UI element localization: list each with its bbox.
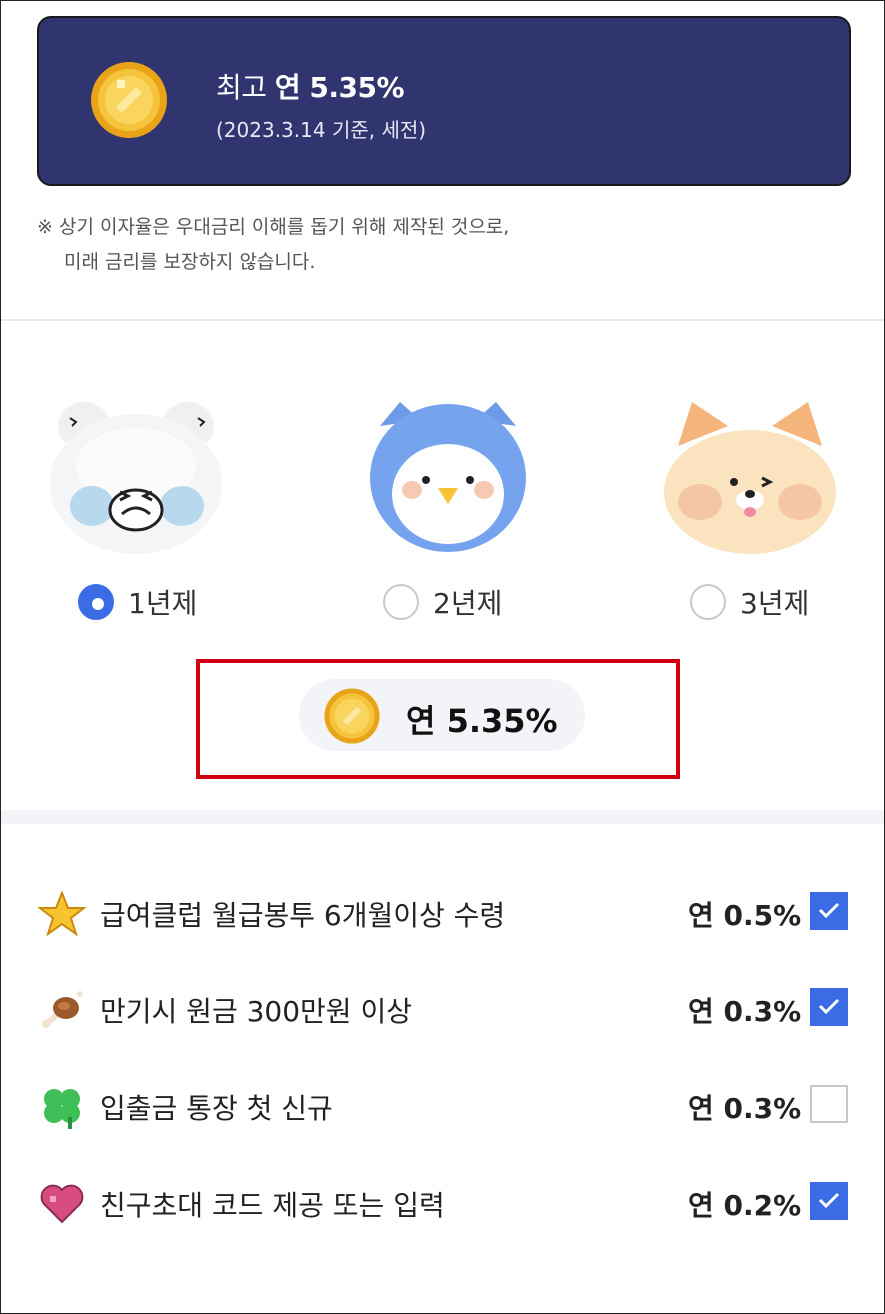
term-option-1[interactable]: 1년제 (78, 582, 197, 622)
disclaimer-line-1: ※ 상기 이자율은 우대금리 이해를 돕기 위해 제작된 것으로, (37, 216, 510, 238)
condition-row[interactable]: 급여클럽 월급봉투 6개월이상 수령 연 0.5% (0, 880, 885, 940)
condition-label: 급여클럽 월급봉투 6개월이상 수령 (100, 899, 506, 932)
condition-rate: 연 0.3% (688, 995, 802, 1028)
gold-coin-icon (91, 62, 167, 138)
disclaimer-line-2: 미래 금리를 보장하지 않습니다. (64, 251, 316, 273)
selected-rate-value: 연 5.35% (406, 702, 558, 740)
term-option-2[interactable]: 2년제 (383, 582, 502, 622)
section-divider-thick (0, 810, 885, 824)
condition-label: 입출금 통장 첫 신규 (100, 1092, 333, 1125)
term-3-radio[interactable] (690, 584, 726, 620)
banner-subtitle: (2023.3.14 기준, 세전) (216, 118, 427, 142)
condition-row[interactable]: 만기시 원금 300만원 이상 연 0.3% (0, 976, 885, 1036)
condition-row[interactable]: 친구초대 코드 제공 또는 입력 연 0.2% (0, 1170, 885, 1230)
banner-title: 최고 연 5.35% (216, 71, 405, 104)
gold-coin-icon (324, 688, 380, 744)
condition-label: 친구초대 코드 제공 또는 입력 (100, 1189, 445, 1222)
cat-character-icon[interactable] (662, 396, 838, 556)
term-3-label: 3년제 (740, 587, 810, 620)
condition-checkbox[interactable] (810, 988, 848, 1026)
selected-rate-pill: 연 5.35% (299, 679, 585, 751)
bear-character-icon[interactable] (48, 396, 224, 556)
top-rate-banner: 최고 연 5.35% (2023.3.14 기준, 세전) (37, 16, 851, 186)
condition-rate: 연 0.3% (688, 1092, 802, 1125)
heart-icon (40, 1184, 84, 1224)
term-1-label: 1년제 (128, 587, 198, 620)
star-icon (38, 890, 86, 937)
term-option-3[interactable]: 3년제 (690, 582, 809, 622)
condition-label: 만기시 원금 300만원 이상 (100, 995, 412, 1028)
meat-icon (42, 991, 83, 1028)
condition-checkbox[interactable] (810, 1182, 848, 1220)
condition-row[interactable]: 입출금 통장 첫 신규 연 0.3% (0, 1073, 885, 1133)
bird-character-icon[interactable] (360, 396, 536, 556)
condition-checkbox[interactable] (810, 892, 848, 930)
rate-disclaimer: ※ 상기 이자율은 우대금리 이해를 돕기 위해 제작된 것으로, 미래 금리를… (37, 210, 509, 280)
condition-rate: 연 0.5% (688, 899, 802, 932)
term-2-radio[interactable] (383, 584, 419, 620)
clover-icon (44, 1089, 80, 1129)
term-1-radio[interactable] (78, 584, 114, 620)
term-2-label: 2년제 (433, 587, 503, 620)
condition-checkbox[interactable] (810, 1085, 848, 1123)
condition-rate: 연 0.2% (688, 1189, 802, 1222)
section-divider (0, 319, 885, 321)
